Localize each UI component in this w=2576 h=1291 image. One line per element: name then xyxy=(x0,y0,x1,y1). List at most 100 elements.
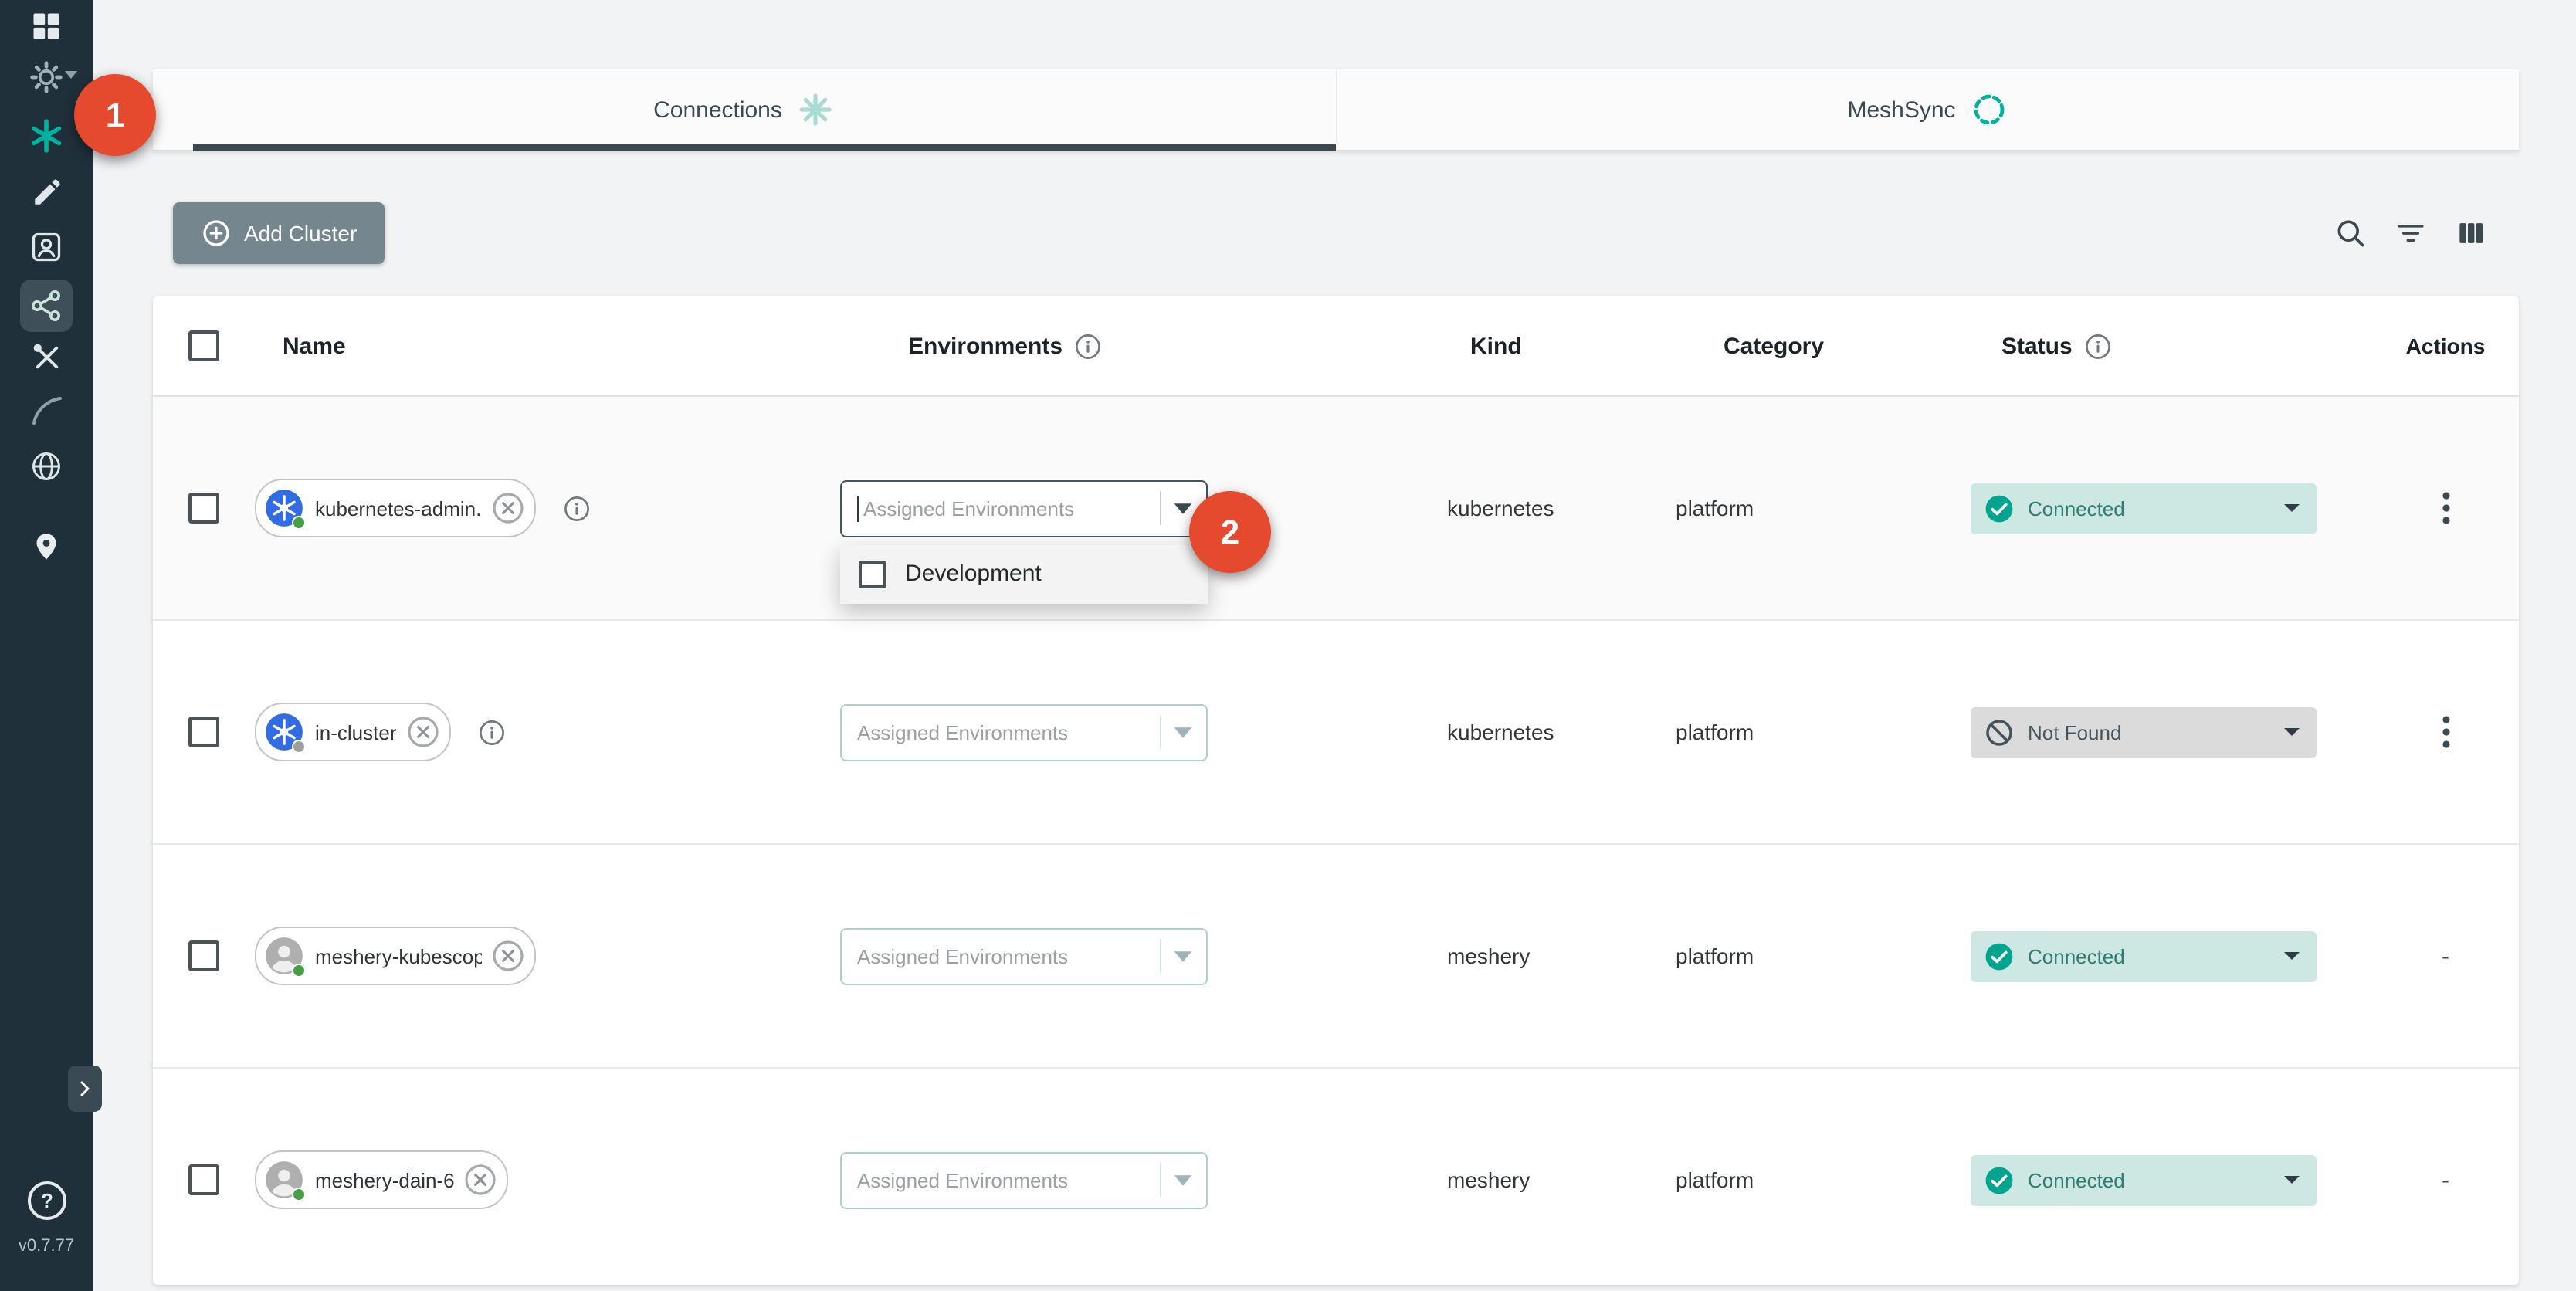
arc-icon[interactable] xyxy=(28,392,65,429)
annotation-step-1: 1 xyxy=(74,74,156,156)
caret-down-icon xyxy=(2283,726,2301,738)
kanvas-icon[interactable] xyxy=(28,117,65,154)
environments-select[interactable]: Assigned Environments xyxy=(840,479,1208,537)
status-dot xyxy=(292,964,306,978)
environments-placeholder: Assigned Environments xyxy=(857,944,1154,967)
info-icon[interactable] xyxy=(2085,333,2111,359)
kind-value: kubernetes xyxy=(1447,496,1554,520)
chevron-down-icon[interactable] xyxy=(1172,949,1194,963)
status-dropdown[interactable]: Connected xyxy=(1971,483,2317,534)
status-dot xyxy=(292,740,306,754)
caret-down-icon xyxy=(2283,950,2301,962)
sidebar-item-connections[interactable] xyxy=(20,280,73,332)
main-content: Connections MeshSync Add Cluster xyxy=(93,0,2576,1291)
chevron-down-icon[interactable] xyxy=(1172,501,1194,515)
select-divider xyxy=(1160,715,1161,749)
actions-placeholder: - xyxy=(2442,1167,2449,1193)
environments-select[interactable]: Assigned Environments xyxy=(840,927,1208,984)
environments-select[interactable]: Assigned Environments xyxy=(840,1151,1208,1208)
meshery-app: ? v0.7.77 Connections MeshSync Add Clust… xyxy=(0,0,2576,1291)
search-icon[interactable] xyxy=(2334,216,2368,250)
environments-placeholder: Assigned Environments xyxy=(857,1168,1154,1191)
header-status: Status xyxy=(2001,333,2073,359)
info-icon[interactable] xyxy=(1075,333,1101,359)
chevron-down-icon[interactable] xyxy=(1172,1173,1194,1187)
row-checkbox[interactable] xyxy=(188,717,219,747)
select-all-checkbox[interactable] xyxy=(188,330,219,361)
option-checkbox[interactable] xyxy=(859,560,886,588)
sidebar-expand-button[interactable] xyxy=(68,1066,102,1112)
connection-name-chip[interactable]: kubernetes-admin... xyxy=(255,479,536,537)
environment-option-development[interactable]: Development xyxy=(840,544,1208,603)
connection-name: meshery-dain-6 xyxy=(315,1168,455,1191)
connection-name: in-cluster xyxy=(315,720,397,744)
configuration-icon[interactable] xyxy=(28,173,65,210)
header-environments: Environments xyxy=(908,333,1063,359)
status-label: Connected xyxy=(2028,1168,2269,1191)
workspace-gear-icon[interactable] xyxy=(28,59,65,96)
kubernetes-icon xyxy=(264,712,304,752)
category-value: platform xyxy=(1676,944,1754,968)
status-dropdown[interactable]: Connected xyxy=(1971,930,2317,981)
annotation-step-2: 2 xyxy=(1189,491,1271,573)
connections-spinner-icon xyxy=(798,91,835,128)
kind-value: meshery xyxy=(1447,1167,1530,1192)
kind-value: meshery xyxy=(1447,944,1530,968)
add-cluster-button[interactable]: Add Cluster xyxy=(173,202,385,264)
actions-placeholder: - xyxy=(2442,943,2449,969)
status-dropdown[interactable]: Not Found xyxy=(1971,706,2317,757)
remove-connection-icon[interactable] xyxy=(466,1164,497,1195)
row-actions-menu[interactable] xyxy=(2441,490,2450,527)
filter-icon[interactable] xyxy=(2394,216,2428,250)
tab-meshsync[interactable]: MeshSync xyxy=(1335,69,2519,150)
meshery-avatar-icon xyxy=(264,1160,304,1200)
info-icon[interactable] xyxy=(564,495,590,521)
environments-dropdown-menu: Development xyxy=(840,544,1208,603)
row-checkbox[interactable] xyxy=(188,493,219,524)
status-dot xyxy=(292,516,306,530)
meshery-avatar-icon xyxy=(264,936,304,976)
table-toolbar: Add Cluster xyxy=(153,201,2519,266)
connection-name: kubernetes-admin... xyxy=(315,496,482,520)
select-divider xyxy=(1160,491,1161,525)
annotation-number: 1 xyxy=(106,95,125,135)
remove-connection-icon[interactable] xyxy=(493,493,524,524)
remove-connection-icon[interactable] xyxy=(493,940,524,971)
dashboard-grid-icon[interactable] xyxy=(28,8,65,45)
header-kind: Kind xyxy=(1447,333,1676,359)
location-pin-icon[interactable] xyxy=(28,528,65,565)
connection-name: meshery-kubescop... xyxy=(315,944,482,967)
web-globe-icon[interactable] xyxy=(28,448,65,485)
info-icon[interactable] xyxy=(479,719,505,745)
option-label: Development xyxy=(905,561,1042,587)
environments-select[interactable]: Assigned Environments xyxy=(840,703,1208,761)
help-button[interactable]: ? xyxy=(28,1181,66,1220)
add-cluster-label: Add Cluster xyxy=(244,221,357,246)
caret-down-icon xyxy=(2283,502,2301,514)
tab-meshsync-label: MeshSync xyxy=(1847,97,1955,123)
select-divider xyxy=(1160,939,1161,973)
tab-connections[interactable]: Connections xyxy=(153,69,1335,150)
profiles-icon[interactable] xyxy=(28,229,65,266)
chevron-down-icon[interactable] xyxy=(65,71,77,79)
table-row: in-cluster Assigned Environments kuberne… xyxy=(153,621,2519,845)
header-actions: Actions xyxy=(2372,334,2519,358)
chevron-down-icon[interactable] xyxy=(1172,725,1194,739)
table-row: meshery-dain-6 Assigned Environments mes… xyxy=(153,1069,2519,1291)
status-dropdown[interactable]: Connected xyxy=(1971,1154,2317,1205)
category-value: platform xyxy=(1676,496,1754,520)
view-columns-icon[interactable] xyxy=(2454,216,2488,250)
row-checkbox[interactable] xyxy=(188,1164,219,1195)
table-header: Name Environments Kind Category Status A… xyxy=(153,296,2519,397)
connection-name-chip[interactable]: in-cluster xyxy=(255,703,451,761)
remove-connection-icon[interactable] xyxy=(408,717,439,747)
table-row: kubernetes-admin... Assigned Environment… xyxy=(153,397,2519,621)
environments-placeholder: Assigned Environments xyxy=(863,496,1154,520)
toolbox-icon[interactable] xyxy=(28,338,65,375)
row-actions-menu[interactable] xyxy=(2441,713,2450,751)
row-checkbox[interactable] xyxy=(188,940,219,971)
tab-connections-label: Connections xyxy=(653,97,782,123)
connection-name-chip[interactable]: meshery-kubescop... xyxy=(255,927,536,985)
connection-name-chip[interactable]: meshery-dain-6 xyxy=(255,1150,509,1209)
table-row: meshery-kubescop... Assigned Environment… xyxy=(153,845,2519,1069)
